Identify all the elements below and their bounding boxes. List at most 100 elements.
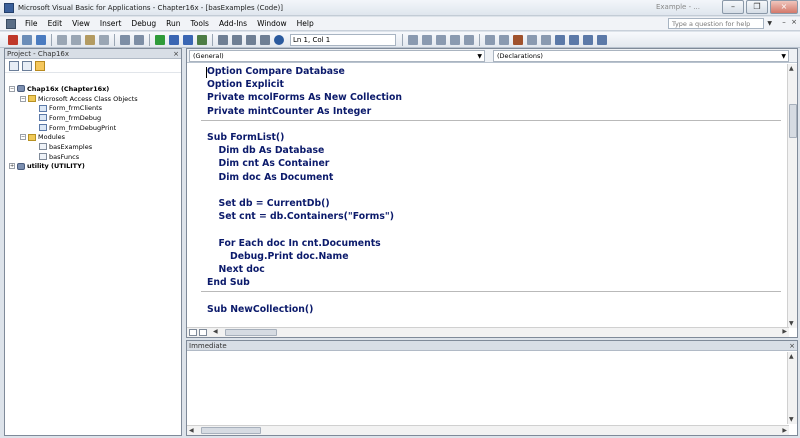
immediate-vertical-scrollbar[interactable]: ▲ ▼: [787, 352, 797, 424]
next-bookmark-icon[interactable]: [569, 34, 579, 45]
uncomment-block-icon[interactable]: [541, 34, 551, 45]
scroll-up-icon[interactable]: ▲: [789, 65, 794, 72]
view-access-icon[interactable]: [8, 34, 18, 45]
quick-info-icon[interactable]: [436, 34, 446, 45]
code-line[interactable]: Private mintCounter As Integer: [207, 106, 371, 117]
design-mode-icon[interactable]: [197, 34, 207, 45]
code-line[interactable]: Private mcolForms As New Collection: [207, 92, 402, 103]
bookmark-icon[interactable]: [555, 34, 565, 45]
code-line[interactable]: End Sub: [207, 277, 250, 288]
list-constants-icon[interactable]: [422, 34, 432, 45]
redo-icon[interactable]: [134, 34, 144, 45]
scroll-left-icon[interactable]: ◀: [213, 328, 218, 335]
outdent-icon[interactable]: [499, 34, 509, 45]
menu-file[interactable]: File: [20, 19, 43, 28]
toggle-folders-icon[interactable]: [35, 60, 45, 71]
save-icon[interactable]: [36, 34, 46, 45]
view-code-icon[interactable]: [9, 60, 19, 71]
find-icon[interactable]: [99, 34, 109, 45]
break-icon[interactable]: [169, 34, 179, 45]
code-line[interactable]: Dim doc As Document: [219, 172, 334, 183]
code-line[interactable]: Set db = CurrentDb(): [219, 198, 330, 209]
code-line[interactable]: Dim db As Database: [219, 145, 325, 156]
chevron-down-icon[interactable]: ▼: [767, 20, 772, 27]
scroll-right-icon[interactable]: ▶: [782, 427, 787, 434]
paste-icon[interactable]: [85, 34, 95, 45]
code-line[interactable]: Option Compare Database: [207, 66, 345, 77]
tree-item[interactable]: − Chap16x (Chapter16x): [5, 84, 181, 94]
insert-module-icon[interactable]: [22, 34, 32, 45]
doc-minimize-icon[interactable]: –: [780, 18, 788, 26]
menu-insert[interactable]: Insert: [95, 19, 127, 28]
run-icon[interactable]: [155, 34, 165, 45]
doc-close-icon[interactable]: ×: [790, 18, 798, 26]
tree-item[interactable]: basExamples: [5, 142, 181, 152]
help-icon[interactable]: [274, 34, 284, 45]
close-icon[interactable]: ×: [173, 49, 179, 59]
menu-add-ins[interactable]: Add-Ins: [214, 19, 252, 28]
indent-icon[interactable]: [485, 34, 495, 45]
tree-item[interactable]: − Modules: [5, 132, 181, 142]
code-line[interactable]: Sub NewCollection(): [207, 304, 313, 315]
parameter-info-icon[interactable]: [450, 34, 460, 45]
reset-icon[interactable]: [183, 34, 193, 45]
collapse-icon[interactable]: −: [20, 95, 26, 102]
system-menu-icon[interactable]: [6, 18, 16, 29]
copy-icon[interactable]: [71, 34, 81, 45]
code-line[interactable]: For Each doc In cnt.Documents: [219, 238, 381, 249]
code-line[interactable]: Set cnt = db.Containers("Forms"): [219, 211, 395, 222]
undo-icon[interactable]: [120, 34, 130, 45]
collapse-icon[interactable]: −: [20, 134, 26, 141]
scroll-right-icon[interactable]: ▶: [782, 328, 787, 335]
menu-run[interactable]: Run: [161, 19, 185, 28]
scroll-down-icon[interactable]: ▼: [789, 416, 794, 423]
properties-icon[interactable]: [232, 34, 242, 45]
menu-tools[interactable]: Tools: [185, 19, 213, 28]
minimize-icon[interactable]: –: [722, 0, 744, 14]
collapse-icon[interactable]: −: [9, 85, 15, 92]
object-browser-icon[interactable]: [246, 34, 256, 45]
comment-block-icon[interactable]: [527, 34, 537, 45]
previous-bookmark-icon[interactable]: [583, 34, 593, 45]
menu-debug[interactable]: Debug: [126, 19, 161, 28]
tree-item[interactable]: Form_frmDebugPrint: [5, 123, 181, 133]
tree-item[interactable]: − Microsoft Access Class Objects: [5, 94, 181, 104]
toggle-breakpoint-icon[interactable]: [513, 34, 523, 45]
menu-window[interactable]: Window: [252, 19, 292, 28]
close-window-icon[interactable]: ×: [770, 0, 798, 14]
menu-edit[interactable]: Edit: [43, 19, 68, 28]
scroll-up-icon[interactable]: ▲: [789, 353, 794, 360]
immediate-input[interactable]: [187, 352, 787, 424]
code-horizontal-scrollbar[interactable]: ◀ ▶: [187, 327, 789, 337]
restore-icon[interactable]: ❐: [746, 0, 768, 14]
code-vertical-scrollbar[interactable]: ▲ ▼: [787, 64, 797, 328]
chevron-down-icon[interactable]: ▼: [781, 51, 786, 62]
code-line[interactable]: Option Explicit: [207, 79, 284, 90]
ask-question-input[interactable]: Type a question for help: [668, 18, 764, 29]
tree-item[interactable]: Form_frmClients: [5, 103, 181, 113]
project-explorer-icon[interactable]: [218, 34, 228, 45]
tree-item[interactable]: basFuncs: [5, 152, 181, 162]
procedure-view-icon[interactable]: [189, 329, 197, 336]
list-properties-icon[interactable]: [408, 34, 418, 45]
view-object-icon[interactable]: [22, 60, 32, 71]
tree-item[interactable]: + utility (UTILITY): [5, 162, 181, 172]
scroll-down-icon[interactable]: ▼: [789, 320, 794, 327]
toolbox-icon[interactable]: [260, 34, 270, 45]
object-combo[interactable]: (General) ▼: [189, 49, 485, 62]
immediate-horizontal-scrollbar[interactable]: ◀ ▶: [187, 425, 789, 435]
expand-icon[interactable]: +: [9, 163, 15, 170]
chevron-down-icon[interactable]: ▼: [477, 51, 482, 62]
scroll-thumb[interactable]: [201, 427, 261, 434]
close-icon[interactable]: ×: [789, 341, 795, 351]
menu-help[interactable]: Help: [292, 19, 319, 28]
clear-bookmarks-icon[interactable]: [597, 34, 607, 45]
menu-view[interactable]: View: [67, 19, 95, 28]
code-line[interactable]: Sub FormList(): [207, 132, 284, 143]
code-line[interactable]: Dim cnt As Container: [219, 158, 330, 169]
complete-word-icon[interactable]: [464, 34, 474, 45]
scroll-left-icon[interactable]: ◀: [189, 427, 194, 434]
scroll-thumb[interactable]: [789, 104, 797, 138]
code-line[interactable]: Next doc: [219, 264, 265, 275]
code-editor[interactable]: Option Compare Database Option Explicit Pr…: [187, 64, 787, 329]
